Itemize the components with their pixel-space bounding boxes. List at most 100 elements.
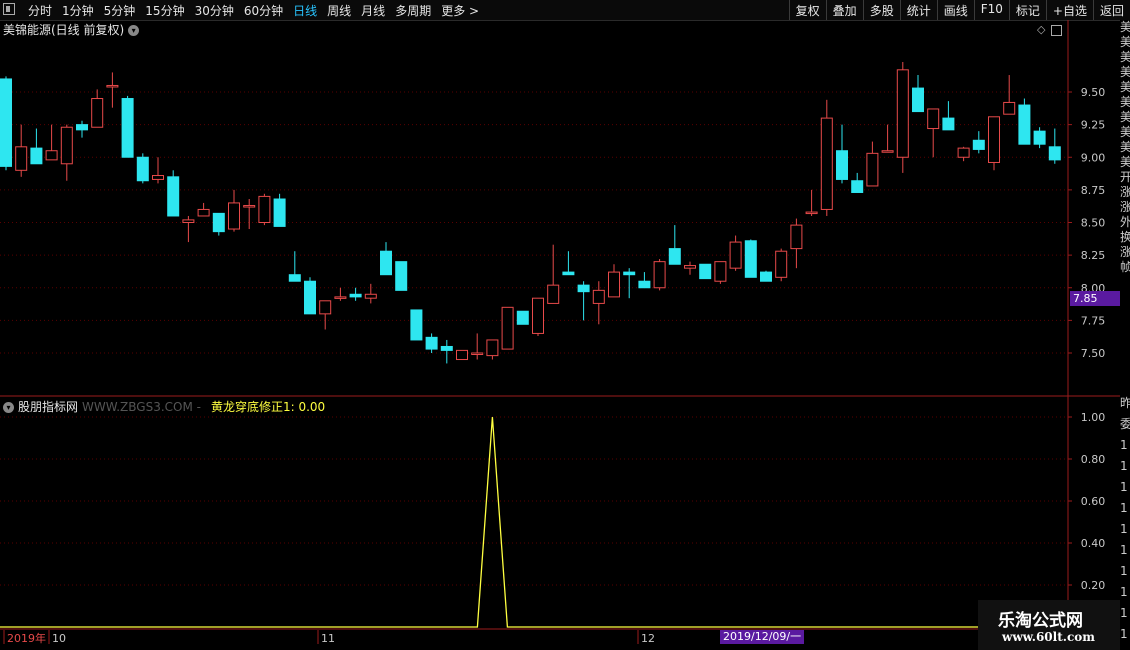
price-tick-label: 9.25 (1081, 119, 1106, 132)
side-quote-strip: 美美美美美美美美美美开涨涨外换涨帧昨委1111111111 (1120, 20, 1130, 650)
indicator-watermark: WWW.ZBGS3.COM - (82, 400, 201, 414)
indicator-panel-name[interactable]: 股朋指标网 (18, 400, 78, 414)
side-char: 美 (1120, 95, 1130, 109)
side-char: 美 (1120, 35, 1130, 49)
candle-up (319, 300, 332, 315)
candle-down (623, 271, 636, 276)
candle-up (714, 261, 727, 282)
candle-up (684, 265, 696, 269)
candle-up (866, 152, 879, 187)
side-char: 外 (1120, 215, 1130, 229)
side-char: 涨 (1120, 185, 1130, 199)
candle-down (0, 78, 12, 167)
x-tick-label: 10 (52, 632, 66, 645)
candle-up (501, 306, 514, 350)
indicator-tick-label: 0.80 (1081, 453, 1106, 466)
chart-canvas: 9.509.259.008.758.508.258.007.757.501.00… (0, 20, 1120, 650)
candle-up (790, 224, 803, 250)
candle-down (136, 156, 149, 182)
indicator-title: ▾ 股朋指标网 WWW.ZBGS3.COM - 黄龙穿底修正1: 0.00 (3, 398, 325, 415)
candle-down (273, 198, 286, 227)
candle-up (988, 116, 1000, 163)
candle-down (516, 310, 529, 325)
candle-down (304, 280, 316, 315)
price-tick-label: 8.25 (1081, 249, 1106, 262)
candle-down (668, 248, 681, 265)
candle-up (957, 147, 970, 158)
candle-up (243, 205, 256, 208)
candle-up (805, 211, 818, 215)
candle-down (440, 345, 453, 351)
side-char: 1 (1120, 501, 1128, 515)
candle-down (1048, 146, 1061, 161)
chevron-down-icon[interactable]: ▾ (3, 402, 14, 413)
price-tick-label: 7.75 (1081, 314, 1106, 327)
x-tick-label: 2019年 (7, 631, 46, 645)
candle-up (228, 202, 240, 230)
candle-down (638, 280, 651, 289)
side-char: 昨 (1120, 396, 1130, 410)
price-tick-label: 9.50 (1081, 86, 1106, 99)
side-char: 涨 (1120, 245, 1130, 259)
candle-down (349, 293, 362, 298)
indicator-value-label: 黄龙穿底修正1: 0.00 (210, 400, 326, 414)
x-tick-label: 11 (321, 632, 335, 645)
side-char: 美 (1120, 155, 1130, 169)
current-price-tag: 7.85 (1070, 291, 1120, 306)
side-char: 换 (1120, 230, 1130, 244)
candle-up (258, 195, 271, 223)
candle-down (212, 212, 225, 233)
side-char: 开 (1120, 170, 1130, 184)
candle-down (395, 261, 408, 291)
side-char: 1 (1120, 459, 1128, 473)
side-char: 1 (1120, 564, 1128, 578)
side-char: 美 (1120, 140, 1130, 154)
candle-up (729, 241, 742, 269)
indicator-tick-label: 0.40 (1081, 537, 1106, 550)
candle-up (486, 339, 499, 357)
candle-up (60, 126, 73, 165)
candle-down (972, 139, 985, 150)
logo-line1: 乐淘公式网 (998, 611, 1083, 631)
candle-up (896, 69, 909, 158)
candle-down (836, 150, 848, 180)
candle-up (334, 296, 347, 299)
candle-down (942, 117, 955, 131)
candle-down (577, 284, 590, 293)
candle-down (410, 309, 423, 341)
candle-up (364, 293, 377, 299)
price-tick-label: 9.00 (1081, 151, 1106, 164)
indicator-tick-label: 1.00 (1081, 411, 1106, 424)
candle-up (456, 349, 468, 361)
side-char: 1 (1120, 606, 1128, 620)
candle-down (121, 98, 134, 158)
candle-down (30, 147, 43, 165)
candle-up (927, 108, 940, 130)
side-char: 1 (1120, 438, 1128, 452)
site-logo: 乐淘公式网 www.60lt.com (978, 600, 1120, 650)
price-tick-label: 8.50 (1081, 217, 1106, 230)
candle-down (912, 87, 924, 113)
price-tick-label: 7.50 (1081, 347, 1106, 360)
side-char: 美 (1120, 20, 1130, 34)
candle-down (1033, 130, 1046, 145)
candle-up (45, 150, 58, 161)
indicator-line (0, 416, 1068, 628)
candle-up (881, 150, 894, 153)
side-char: 1 (1120, 627, 1128, 641)
candle-up (547, 284, 560, 304)
candle-up (91, 98, 104, 128)
candle-up (152, 175, 164, 180)
price-tick-label: 8.75 (1081, 184, 1106, 197)
candle-up (106, 84, 119, 88)
candle-up (532, 297, 544, 334)
candle-down (425, 336, 438, 350)
candle-down (167, 176, 180, 217)
candle-up (182, 219, 195, 223)
indicator-tick-label: 0.60 (1081, 495, 1106, 508)
candle-up (820, 117, 833, 210)
candle-down (562, 271, 575, 276)
indicator-tick-label: 0.20 (1081, 579, 1106, 592)
side-char: 美 (1120, 65, 1130, 79)
logo-line2: www.60lt.com (1002, 630, 1095, 644)
